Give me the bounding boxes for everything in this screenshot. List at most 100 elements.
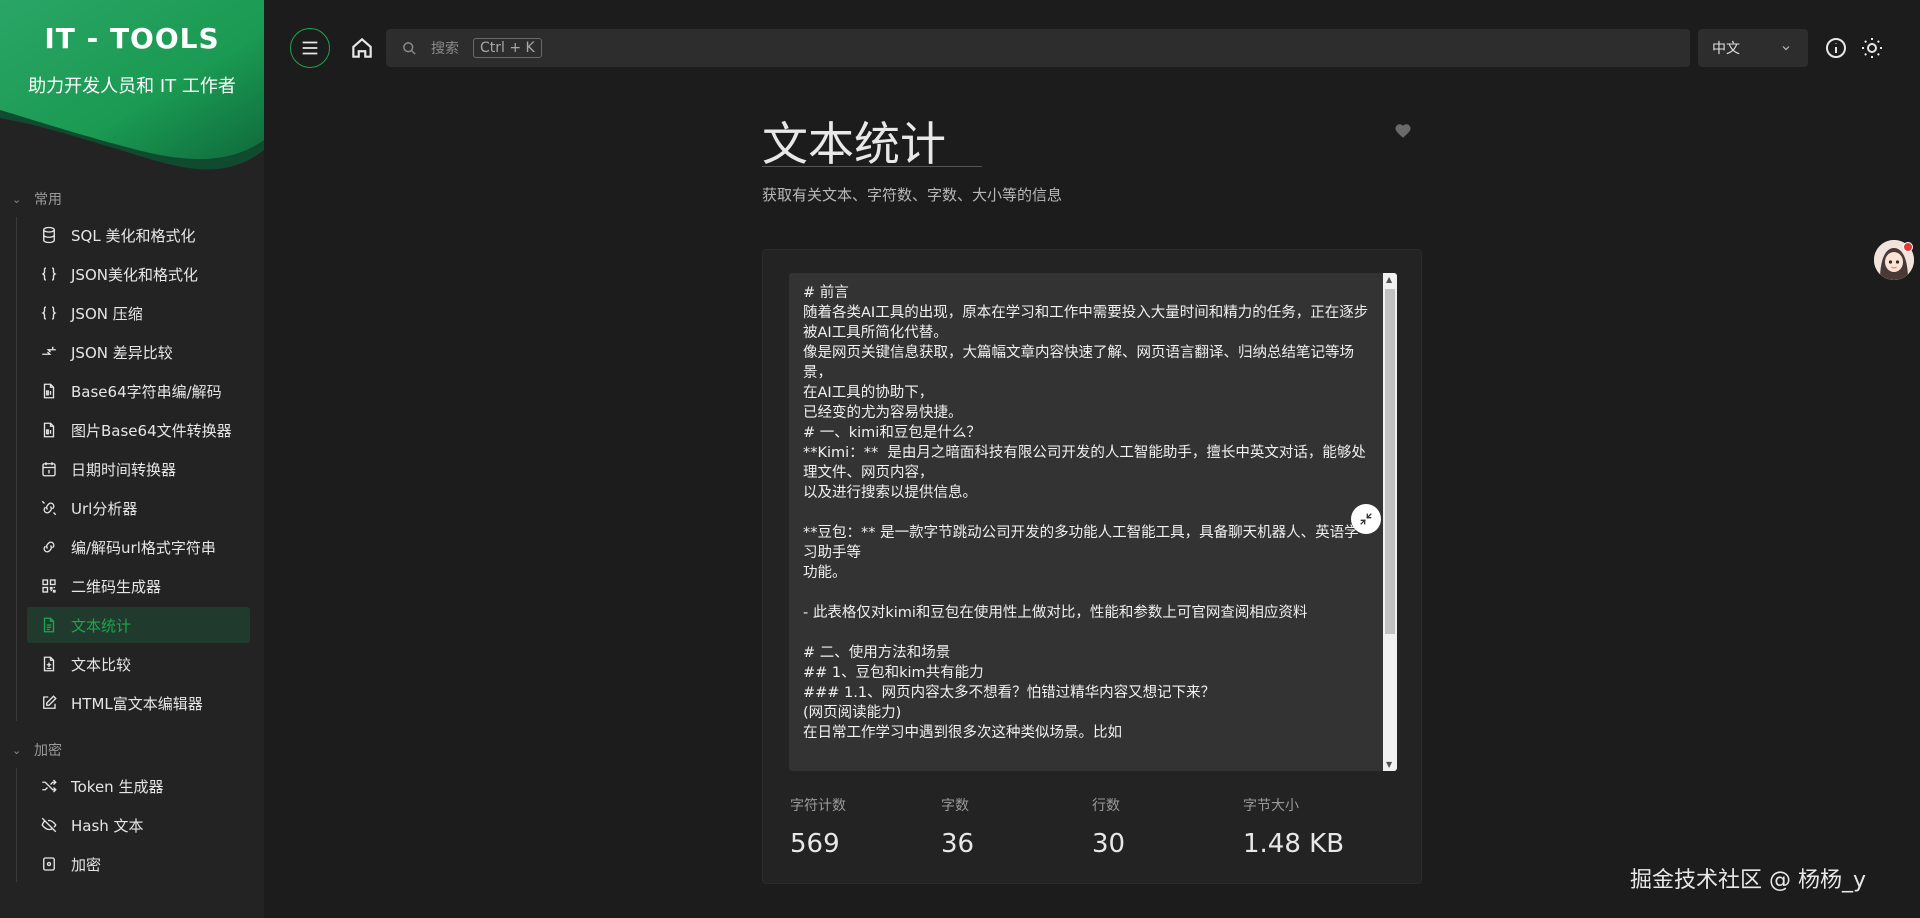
group-label: 常用 — [34, 192, 62, 208]
brand-title[interactable]: IT - TOOLS — [0, 22, 264, 55]
sidebar-item-label: 编/解码url格式字符串 — [71, 538, 216, 557]
stat-byte-size: 字节大小 1.48 KB — [1243, 795, 1394, 859]
edit-icon — [39, 693, 59, 713]
sidebar-item-label: Base64字符串编/解码 — [71, 382, 222, 401]
topbar: 搜索 Ctrl + K 中文 — [264, 0, 1920, 96]
menu-toggle-button[interactable] — [290, 28, 330, 68]
sidebar-item-label: 图片Base64文件转换器 — [71, 421, 232, 440]
notification-dot — [1903, 242, 1913, 252]
group-header-common[interactable]: ⌄ 常用 — [0, 184, 264, 214]
stat-value: 1.48 KB — [1243, 829, 1345, 859]
qrcode-icon — [39, 576, 59, 596]
home-button[interactable] — [344, 30, 380, 66]
sidebar-item-base64-file[interactable]: 图片Base64文件转换器 — [27, 412, 250, 448]
sidebar-item-url-encoder[interactable]: 编/解码url格式字符串 — [27, 529, 250, 565]
sidebar-item-label: JSON美化和格式化 — [71, 265, 198, 284]
sidebar-item-sql-formatter[interactable]: SQL 美化和格式化 — [27, 217, 250, 253]
stat-value: 36 — [941, 829, 975, 859]
sidebar-item-label: JSON 压缩 — [71, 304, 143, 323]
calendar-icon — [39, 459, 59, 479]
compare-icon — [39, 342, 59, 362]
scroll-down-arrow-icon[interactable]: ▼ — [1386, 760, 1392, 769]
page-description: 获取有关文本、字符数、字数、大小等的信息 — [762, 186, 1063, 204]
sidebar-item-label: HTML富文本编辑器 — [71, 694, 203, 713]
stat-value: 30 — [1092, 829, 1126, 859]
sidebar-item-label: Token 生成器 — [71, 777, 164, 796]
stat-word-count: 字数 36 — [941, 795, 1092, 859]
link-icon — [39, 537, 59, 557]
page-title: 文本统计 — [762, 117, 946, 171]
stat-label: 行数 — [1092, 798, 1120, 814]
sidebar-item-label: Hash 文本 — [71, 816, 144, 835]
sidebar-item-date-converter[interactable]: 日期时间转换器 — [27, 451, 250, 487]
search-input[interactable]: 搜索 Ctrl + K — [386, 29, 1690, 67]
brand-subtitle: 助力开发人员和 IT 工作者 — [28, 76, 236, 97]
sidebar-item-json-formatter[interactable]: JSON美化和格式化 — [27, 256, 250, 292]
sidebar-header: IT - TOOLS 助力开发人员和 IT 工作者 — [0, 0, 264, 175]
file-image-icon — [39, 420, 59, 440]
chevron-down-icon: ⌄ — [12, 743, 22, 757]
braces-icon — [39, 264, 59, 284]
sidebar-item-json-diff[interactable]: JSON 差异比较 — [27, 334, 250, 370]
stat-line-count: 行数 30 — [1092, 795, 1243, 859]
lock-icon — [39, 854, 59, 874]
sidebar-item-text-statistics[interactable]: 文本统计 — [27, 607, 250, 643]
sidebar-item-html-editor[interactable]: HTML富文本编辑器 — [27, 685, 250, 721]
sidebar-item-label: Url分析器 — [71, 499, 138, 518]
group-items-common: SQL 美化和格式化 JSON美化和格式化 JSON 压缩 JSON 差异比较 — [16, 217, 264, 721]
eye-off-icon — [39, 815, 59, 835]
file-text-icon — [39, 615, 59, 635]
stat-character-count: 字符计数 569 — [790, 795, 941, 859]
about-button[interactable] — [1822, 34, 1850, 62]
stat-value: 569 — [790, 829, 840, 859]
sidebar-item-label: 二维码生成器 — [71, 577, 162, 596]
sidebar-item-token-generator[interactable]: Token 生成器 — [27, 768, 250, 804]
sidebar-item-label: 日期时间转换器 — [71, 460, 177, 479]
sidebar-item-label: 加密 — [71, 855, 102, 874]
group-header-crypto[interactable]: ⌄ 加密 — [0, 735, 264, 765]
sidebar-item-url-parser[interactable]: Url分析器 — [27, 490, 250, 526]
favorite-heart-icon[interactable] — [1394, 122, 1412, 144]
watermark: 掘金技术社区 @ 杨杨_y — [1630, 868, 1867, 893]
scroll-up-arrow-icon[interactable]: ▲ — [1386, 275, 1392, 284]
sidebar: IT - TOOLS 助力开发人员和 IT 工作者 ⌄ 常用 SQL 美化和格式… — [0, 0, 264, 918]
stats-row: 字符计数 569 字数 36 行数 30 字节大小 1.48 KB — [790, 795, 1410, 859]
stat-label: 字节大小 — [1243, 798, 1299, 814]
database-icon — [39, 225, 59, 245]
sidebar-item-label: 文本比较 — [71, 655, 132, 674]
text-input-area[interactable]: # 前言 随着各类AI工具的出现，原本在学习和工作中需要投入大量时间和精力的任务… — [789, 273, 1397, 771]
sidebar-item-label: SQL 美化和格式化 — [71, 226, 196, 245]
shuffle-icon — [39, 776, 59, 796]
sidebar-item-base64-string[interactable]: Base64字符串编/解码 — [27, 373, 250, 409]
title-divider — [762, 166, 982, 167]
file-diff-icon — [39, 654, 59, 674]
stat-label: 字数 — [941, 798, 969, 814]
language-select[interactable]: 中文 — [1698, 29, 1808, 67]
stat-label: 字符计数 — [790, 798, 846, 814]
info-icon — [1826, 38, 1846, 58]
text-input[interactable]: # 前言 随着各类AI工具的出现，原本在学习和工作中需要投入大量时间和精力的任务… — [789, 273, 1383, 771]
collapse-arrows-icon[interactable] — [1351, 504, 1381, 534]
chevron-down-icon: ⌄ — [12, 192, 22, 206]
sidebar-item-qrcode[interactable]: 二维码生成器 — [27, 568, 250, 604]
file-binary-icon — [39, 381, 59, 401]
sun-icon — [1862, 38, 1882, 58]
theme-toggle-button[interactable] — [1858, 34, 1886, 62]
textarea-scrollbar[interactable]: ▲ ▼ — [1383, 273, 1397, 771]
sidebar-item-json-minify[interactable]: JSON 压缩 — [27, 295, 250, 331]
braces-icon — [39, 303, 59, 323]
group-label: 加密 — [34, 743, 62, 759]
search-placeholder: 搜索 — [431, 41, 459, 57]
sidebar-item-label: 文本统计 — [71, 616, 132, 635]
unlink-icon — [39, 498, 59, 518]
sidebar-item-encrypt[interactable]: 加密 — [27, 846, 250, 882]
sidebar-item-label: JSON 差异比较 — [71, 343, 173, 362]
language-value: 中文 — [1712, 41, 1740, 57]
scroll-thumb[interactable] — [1385, 289, 1395, 634]
sidebar-item-text-diff[interactable]: 文本比较 — [27, 646, 250, 682]
group-items-crypto: Token 生成器 Hash 文本 加密 — [16, 768, 264, 882]
home-icon — [352, 37, 372, 58]
sidebar-menu: ⌄ 常用 SQL 美化和格式化 JSON美化和格式化 JSON 压缩 JSON … — [0, 184, 264, 885]
chevron-down-icon — [1782, 46, 1790, 51]
sidebar-item-hash-text[interactable]: Hash 文本 — [27, 807, 250, 843]
